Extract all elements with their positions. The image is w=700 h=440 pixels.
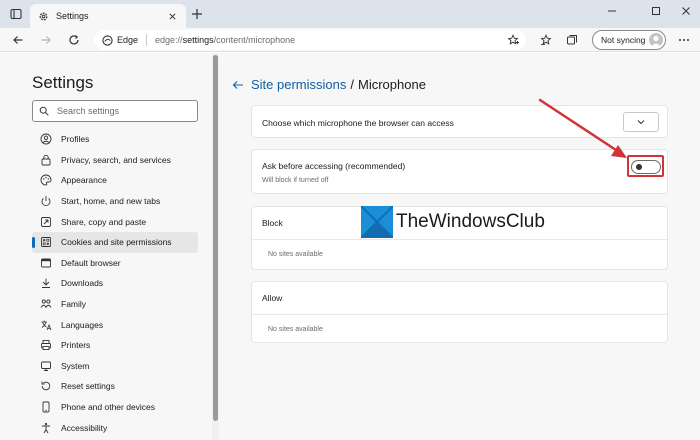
search-icon (39, 106, 49, 116)
favorites-icon[interactable] (538, 32, 554, 48)
block-title: Block (262, 218, 283, 228)
reset-icon (40, 380, 52, 392)
sidebar-item-share[interactable]: Share, copy and paste (32, 211, 198, 232)
sidebar-title: Settings (32, 73, 94, 92)
sync-status: Not syncing (601, 35, 646, 45)
scrollbar-thumb[interactable] (213, 55, 218, 421)
family-icon (40, 298, 52, 310)
block-empty-text: No sites available (268, 251, 323, 258)
toolbar: Edge edge://settings/content/microphone … (0, 28, 700, 52)
language-icon (40, 319, 52, 331)
profile-sync-button[interactable]: Not syncing (592, 30, 666, 50)
printer-icon (40, 339, 52, 351)
sidebar-item-start-home[interactable]: Start, home, and new tabs (32, 191, 198, 212)
page-title: Microphone (358, 77, 426, 92)
profile-icon (40, 133, 52, 145)
sidebar-item-appearance[interactable]: Appearance (32, 170, 198, 191)
cookies-icon (40, 236, 52, 248)
lock-icon (40, 154, 52, 166)
tab-title: Settings (56, 11, 89, 21)
download-icon (40, 277, 52, 289)
accessibility-icon (40, 422, 52, 434)
system-icon (40, 360, 52, 372)
collections-icon[interactable] (564, 32, 580, 48)
tab-settings[interactable]: Settings (30, 4, 186, 28)
tab-actions-icon[interactable] (8, 6, 24, 22)
forward-icon[interactable] (38, 32, 54, 48)
sidebar-item-languages[interactable]: Languages (32, 314, 198, 335)
sidebar-scrollbar[interactable] (212, 53, 219, 440)
breadcrumb-separator: / (350, 77, 354, 92)
back-arrow-icon[interactable] (231, 78, 245, 92)
microphone-dropdown[interactable] (623, 112, 659, 132)
main-content: Site permissions / Microphone Choose whi… (219, 53, 700, 440)
new-tab-icon[interactable] (190, 7, 204, 21)
sidebar-item-family[interactable]: Family (32, 294, 198, 315)
watermark-text: TheWindowsClub (396, 211, 545, 232)
allow-divider (252, 314, 667, 315)
close-tab-icon[interactable] (166, 10, 178, 22)
sidebar-item-system[interactable]: System (32, 356, 198, 377)
address-bar[interactable]: Edge edge://settings/content/microphone (94, 30, 526, 50)
more-menu-icon[interactable] (676, 32, 692, 48)
allow-empty-text: No sites available (268, 326, 323, 333)
browser-icon (40, 257, 52, 269)
address-divider (146, 34, 148, 46)
allow-title: Allow (262, 293, 283, 303)
power-icon (40, 195, 52, 207)
address-url[interactable]: edge://settings/content/microphone (155, 35, 295, 45)
ask-before-accessing-card: Ask before accessing (recommended) Will … (251, 149, 668, 194)
sidebar-nav: Profiles Privacy, search, and services A… (32, 129, 198, 438)
address-site-label: Edge (117, 35, 139, 45)
chevron-down-icon (637, 120, 645, 125)
sidebar-item-printers[interactable]: Printers (32, 335, 198, 356)
sidebar-item-downloads[interactable]: Downloads (32, 273, 198, 294)
ask-setting-subtitle: Will block if turned off (262, 177, 329, 184)
back-icon[interactable] (10, 32, 26, 48)
refresh-icon[interactable] (66, 32, 82, 48)
close-window-icon[interactable] (676, 4, 696, 18)
avatar (649, 33, 663, 47)
sidebar-item-phone-devices[interactable]: Phone and other devices (32, 397, 198, 418)
share-icon (40, 216, 52, 228)
breadcrumb-site-permissions[interactable]: Site permissions (251, 77, 346, 92)
ask-setting-title: Ask before accessing (recommended) (262, 161, 406, 171)
maximize-icon[interactable] (646, 4, 666, 18)
toggle-highlight-box (627, 155, 664, 177)
tab-strip: Settings (0, 0, 700, 28)
sidebar-item-default-browser[interactable]: Default browser (32, 253, 198, 274)
sidebar-item-privacy[interactable]: Privacy, search, and services (32, 150, 198, 171)
settings-sidebar: Settings Profiles Privacy, search, and s… (0, 53, 212, 440)
edge-logo-icon (102, 34, 113, 46)
breadcrumb: Site permissions / Microphone (231, 77, 426, 92)
windows-logo-icon (361, 206, 393, 238)
search-box[interactable] (32, 100, 198, 122)
sidebar-item-profiles[interactable]: Profiles (32, 129, 198, 150)
palette-icon (40, 174, 52, 186)
microphone-select-label: Choose which microphone the browser can … (262, 118, 454, 128)
phone-icon (40, 401, 52, 413)
sidebar-item-cookies[interactable]: Cookies and site permissions (32, 231, 198, 253)
watermark: TheWindowsClub (361, 206, 545, 238)
minimize-icon[interactable] (602, 4, 622, 18)
add-favorite-icon[interactable] (506, 33, 520, 47)
block-divider (252, 239, 667, 240)
gear-icon (39, 12, 48, 20)
search-input[interactable] (57, 106, 187, 116)
sidebar-item-accessibility[interactable]: Accessibility (32, 417, 198, 438)
allow-card: Allow No sites available (251, 281, 668, 343)
microphone-select-card: Choose which microphone the browser can … (251, 105, 668, 138)
sidebar-item-reset[interactable]: Reset settings (32, 376, 198, 397)
